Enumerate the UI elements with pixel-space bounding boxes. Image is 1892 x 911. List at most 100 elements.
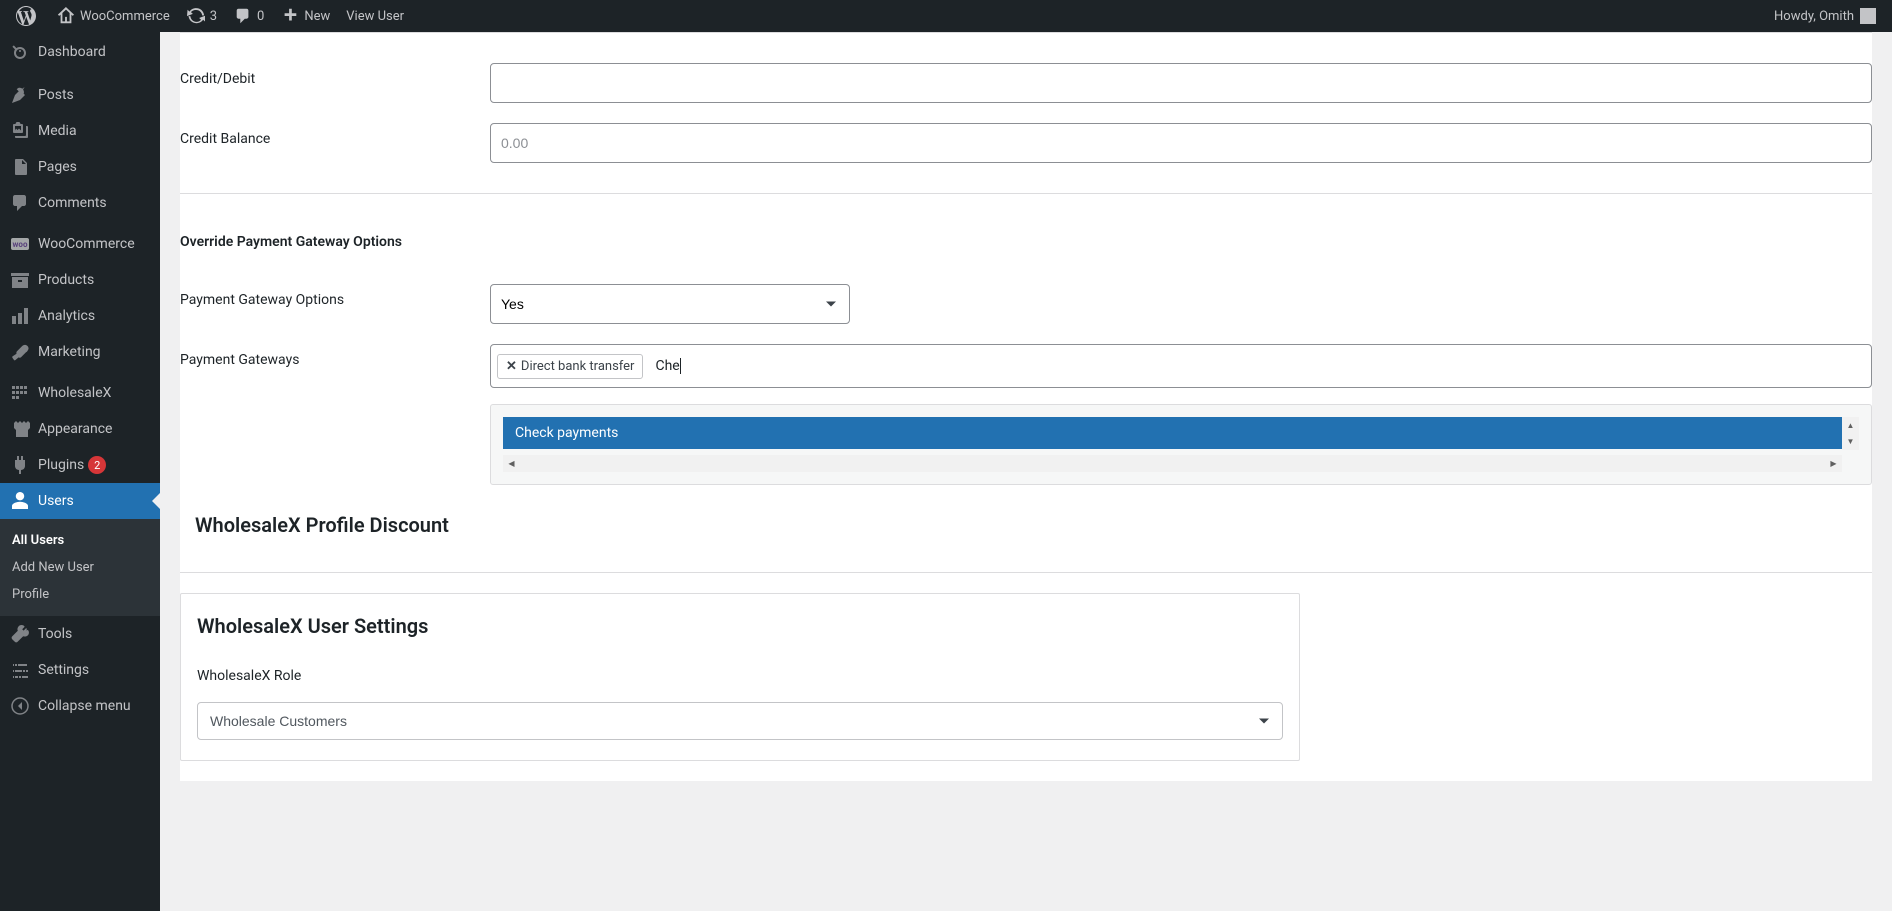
my-account[interactable]: Howdy, Omith (1766, 0, 1884, 32)
tag-remove-icon[interactable]: ✕ (506, 359, 517, 374)
updates-count: 3 (210, 9, 217, 24)
comments-icon (10, 193, 30, 213)
comments[interactable]: 0 (225, 0, 272, 32)
howdy-text: Howdy, Omith (1774, 9, 1854, 24)
dropdown-option-check-payments[interactable]: Check payments (503, 417, 1842, 449)
analytics-label: Analytics (38, 308, 95, 324)
vertical-scrollbar[interactable]: ▲ ▼ (1842, 417, 1859, 450)
comment-icon (233, 6, 253, 26)
updates[interactable]: 3 (178, 0, 225, 32)
main-content: Credit/Debit Credit Balance Override Pay… (160, 32, 1892, 821)
horizontal-scrollbar[interactable]: ◀ ▶ (503, 455, 1842, 472)
payment-options-label: Payment Gateway Options (180, 284, 490, 308)
credit-balance-row: Credit Balance (180, 113, 1872, 173)
admin-bar-left: WooCommerce 3 0 New View User (8, 0, 412, 32)
sliders-icon (10, 660, 30, 680)
override-heading: Override Payment Gateway Options (180, 214, 1872, 254)
credit-debit-input[interactable] (490, 63, 1872, 103)
gateway-search-text: Che (649, 358, 680, 374)
payment-gateways-multiselect[interactable]: ✕ Direct bank transfer Che (490, 344, 1872, 388)
site-name[interactable]: WooCommerce (48, 0, 178, 32)
page-icon (10, 157, 30, 177)
wordpress-icon (16, 6, 36, 26)
woocommerce-label: WooCommerce (38, 236, 135, 252)
content-wrap: Credit/Debit Credit Balance Override Pay… (180, 32, 1872, 781)
sidebar-item-marketing[interactable]: Marketing (0, 334, 160, 370)
submenu-profile[interactable]: Profile (0, 581, 160, 608)
view-user[interactable]: View User (338, 0, 412, 32)
sidebar-item-plugins[interactable]: Plugins 2 (0, 447, 160, 483)
sidebar-item-dashboard[interactable]: Dashboard (0, 32, 160, 72)
woocommerce-icon: woo (10, 234, 30, 254)
payment-gateways-row: Payment Gateways ✕ Direct bank transfer … (180, 334, 1872, 398)
sidebar-item-settings[interactable]: Settings (0, 652, 160, 688)
gateway-dropdown: Check payments ◀ ▶ ▲ ▼ (490, 404, 1872, 485)
media-icon (10, 121, 30, 141)
sidebar-item-media[interactable]: Media (0, 113, 160, 149)
brush-icon (10, 419, 30, 439)
wholesalex-icon (10, 383, 30, 403)
collapse-label: Collapse menu (38, 698, 131, 714)
home-icon (56, 6, 76, 26)
credit-debit-control (490, 63, 1872, 103)
scroll-left-arrow[interactable]: ◀ (503, 455, 520, 472)
tools-label: Tools (38, 626, 72, 642)
dashboard-icon (10, 42, 30, 62)
scroll-right-arrow[interactable]: ▶ (1825, 455, 1842, 472)
sidebar-item-pages[interactable]: Pages (0, 149, 160, 185)
archive-icon (10, 270, 30, 290)
credit-debit-label: Credit/Debit (180, 63, 490, 87)
new-content[interactable]: New (272, 0, 338, 32)
submenu-all-users[interactable]: All Users (0, 527, 160, 554)
collapse-icon (10, 696, 30, 716)
pin-icon (10, 85, 30, 105)
wholesalex-settings-card: WholesaleX User Settings WholesaleX Role… (180, 593, 1300, 761)
chart-icon (10, 306, 30, 326)
sidebar-item-users[interactable]: Users (0, 483, 160, 519)
posts-label: Posts (38, 87, 74, 103)
credit-debit-row: Credit/Debit (180, 53, 1872, 113)
appearance-label: Appearance (38, 421, 112, 437)
wrench-icon (10, 624, 30, 644)
payment-options-select[interactable]: Yes (490, 284, 850, 324)
admin-bar-right: Howdy, Omith (1766, 0, 1884, 32)
marketing-label: Marketing (38, 344, 101, 360)
payment-options-control: Yes (490, 284, 1872, 324)
payment-options-select-wrap: Yes (490, 284, 850, 324)
media-label: Media (38, 123, 77, 139)
avatar (1860, 8, 1876, 24)
gateway-tag-label: Direct bank transfer (521, 359, 635, 374)
view-user-label: View User (346, 9, 404, 24)
plugins-label: Plugins (38, 457, 84, 473)
scroll-down-arrow[interactable]: ▼ (1842, 433, 1859, 450)
plus-icon (280, 6, 300, 26)
megaphone-icon (10, 342, 30, 362)
role-label: WholesaleX Role (197, 668, 1283, 684)
sidebar-item-posts[interactable]: Posts (0, 77, 160, 113)
sidebar-item-analytics[interactable]: Analytics (0, 298, 160, 334)
divider (180, 572, 1872, 573)
site-name-text: WooCommerce (80, 9, 170, 24)
wholesalex-label: WholesaleX (38, 385, 111, 401)
collapse-menu[interactable]: Collapse menu (0, 688, 160, 724)
sidebar-item-tools[interactable]: Tools (0, 616, 160, 652)
credit-balance-input[interactable] (490, 123, 1872, 163)
products-label: Products (38, 272, 94, 288)
comments-count: 0 (257, 9, 264, 24)
admin-bar: WooCommerce 3 0 New View User Howdy, Omi… (0, 0, 1892, 32)
role-select-wrap: Wholesale Customers (197, 702, 1283, 740)
payment-gateways-label: Payment Gateways (180, 344, 490, 368)
submenu-add-new-user[interactable]: Add New User (0, 554, 160, 581)
sidebar-item-appearance[interactable]: Appearance (0, 411, 160, 447)
users-label: Users (38, 493, 74, 509)
wp-logo[interactable] (8, 0, 48, 32)
sidebar-item-woocommerce[interactable]: woo WooCommerce (0, 226, 160, 262)
sidebar-item-products[interactable]: Products (0, 262, 160, 298)
plug-icon (10, 455, 30, 475)
role-select[interactable]: Wholesale Customers (197, 702, 1283, 740)
scroll-up-arrow[interactable]: ▲ (1842, 417, 1859, 434)
sidebar-item-wholesalex[interactable]: WholesaleX (0, 375, 160, 411)
sidebar-item-comments[interactable]: Comments (0, 185, 160, 221)
plugins-badge: 2 (88, 456, 106, 474)
payment-gateways-control: ✕ Direct bank transfer Che Check payment… (490, 344, 1872, 388)
